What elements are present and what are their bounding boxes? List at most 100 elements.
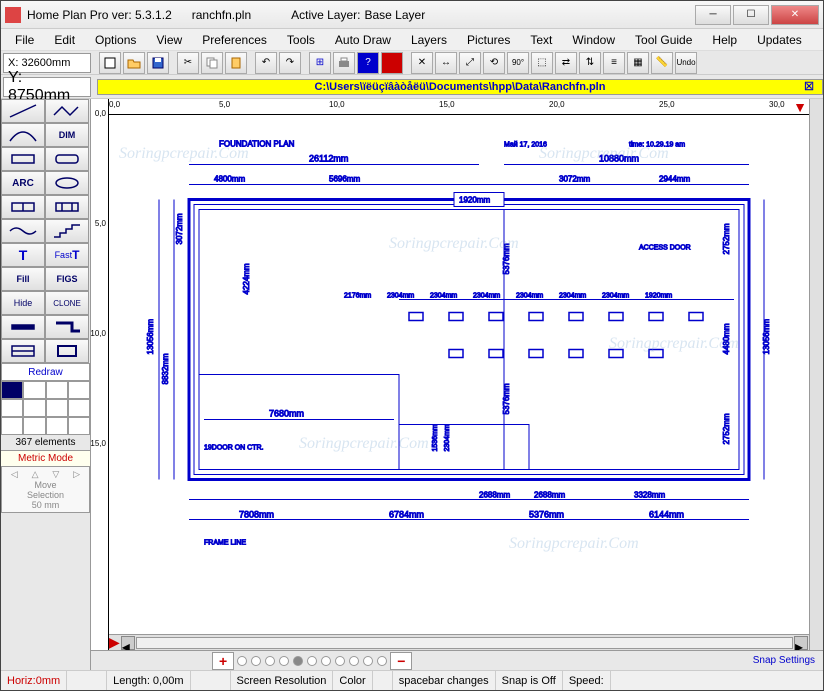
scroll-right-button[interactable]: ▸: [794, 636, 808, 650]
menu-view[interactable]: View: [146, 31, 192, 49]
delete-button[interactable]: ✕: [411, 52, 433, 74]
measure-button[interactable]: 📏: [651, 52, 673, 74]
move-left-icon[interactable]: ◁: [11, 469, 18, 480]
redraw-button[interactable]: Redraw: [1, 363, 90, 381]
maximize-button[interactable]: ☐: [733, 5, 769, 25]
menu-text[interactable]: Text: [520, 31, 562, 49]
metric-mode[interactable]: Metric Mode: [1, 450, 90, 466]
text-tool[interactable]: T: [1, 243, 45, 267]
zoom-in-button[interactable]: +: [212, 652, 234, 670]
move-right-icon[interactable]: ▷: [73, 469, 80, 480]
align-button[interactable]: ≡: [603, 52, 625, 74]
zoom-level-5[interactable]: [293, 656, 303, 666]
zoom-level-9[interactable]: [349, 656, 359, 666]
menu-updates[interactable]: Updates: [747, 31, 812, 49]
cut-button[interactable]: ✂: [177, 52, 199, 74]
color-white2[interactable]: [46, 381, 68, 399]
menu-edit[interactable]: Edit: [44, 31, 85, 49]
exit-button[interactable]: [381, 52, 403, 74]
menu-preferences[interactable]: Preferences: [192, 31, 277, 49]
menu-autodraw[interactable]: Auto Draw: [325, 31, 401, 49]
status-color[interactable]: Color: [333, 671, 372, 690]
rotate-button[interactable]: ⟲: [483, 52, 505, 74]
fill-tool[interactable]: Fill: [1, 267, 45, 291]
open-button[interactable]: [123, 52, 145, 74]
figs-tool[interactable]: FIGS: [45, 267, 89, 291]
copy-button[interactable]: [201, 52, 223, 74]
color-white6[interactable]: [46, 399, 68, 417]
undo-button[interactable]: ↶: [255, 52, 277, 74]
color-white10[interactable]: [46, 417, 68, 435]
box-tool[interactable]: [45, 339, 89, 363]
menu-window[interactable]: Window: [562, 31, 625, 49]
wave-tool[interactable]: [1, 219, 45, 243]
ellipse-tool[interactable]: [45, 171, 89, 195]
dim-tool[interactable]: DIM: [45, 123, 89, 147]
window-tool[interactable]: [45, 195, 89, 219]
zoom-out-button[interactable]: −: [390, 652, 412, 670]
move-up-icon[interactable]: △: [32, 469, 39, 480]
color-white4[interactable]: [1, 399, 23, 417]
roundrect-tool[interactable]: [45, 147, 89, 171]
group-button[interactable]: ▦: [627, 52, 649, 74]
menu-tools[interactable]: Tools: [277, 31, 325, 49]
paste-button[interactable]: [225, 52, 247, 74]
menu-pictures[interactable]: Pictures: [457, 31, 520, 49]
hide-tool[interactable]: Hide: [1, 291, 45, 315]
stairs-tool[interactable]: [45, 219, 89, 243]
door-tool[interactable]: [1, 195, 45, 219]
status-screen[interactable]: Screen Resolution: [231, 671, 334, 690]
menu-help[interactable]: Help: [702, 31, 747, 49]
color-white3[interactable]: [68, 381, 90, 399]
path-close-icon[interactable]: ☒: [804, 80, 814, 93]
polyline-tool[interactable]: [45, 99, 89, 123]
color-white11[interactable]: [68, 417, 90, 435]
close-button[interactable]: ✕: [771, 5, 819, 25]
redo-button[interactable]: ↷: [279, 52, 301, 74]
zoom-level-8[interactable]: [335, 656, 345, 666]
scroll-left-button[interactable]: ◂: [121, 636, 135, 650]
arc-tool[interactable]: ARC: [1, 171, 45, 195]
new-button[interactable]: [99, 52, 121, 74]
panel-tool[interactable]: [1, 339, 45, 363]
color-navy[interactable]: [1, 381, 23, 399]
fast-text-tool[interactable]: FastT: [45, 243, 89, 267]
clone-tool[interactable]: CLONE: [45, 291, 89, 315]
line-tool[interactable]: [1, 99, 45, 123]
rotate90-button[interactable]: 90°: [507, 52, 529, 74]
minimize-button[interactable]: ─: [695, 5, 731, 25]
wall-tool[interactable]: [1, 315, 45, 339]
undo2-button[interactable]: Undo: [675, 52, 697, 74]
menu-file[interactable]: File: [5, 31, 44, 49]
y-coord[interactable]: Y: 8750mm: [3, 77, 91, 97]
move-down-icon[interactable]: ▽: [52, 469, 59, 480]
zoom-level-6[interactable]: [307, 656, 317, 666]
help-button[interactable]: ?: [357, 52, 379, 74]
drawing-canvas[interactable]: Soringpcrepair.Com Soringpcrepair.Com So…: [109, 115, 809, 634]
pipe-tool[interactable]: [45, 315, 89, 339]
rect-tool[interactable]: [1, 147, 45, 171]
zoom-level-4[interactable]: [279, 656, 289, 666]
save-button[interactable]: [147, 52, 169, 74]
color-white8[interactable]: [1, 417, 23, 435]
color-white[interactable]: [23, 381, 45, 399]
select-button[interactable]: ⬚: [531, 52, 553, 74]
color-white9[interactable]: [23, 417, 45, 435]
zoom-button[interactable]: ⊞: [309, 52, 331, 74]
vertical-scrollbar[interactable]: [809, 99, 823, 650]
zoom-level-2[interactable]: [251, 656, 261, 666]
status-snap[interactable]: Snap is Off: [496, 671, 563, 690]
menu-layers[interactable]: Layers: [401, 31, 457, 49]
zoom-level-7[interactable]: [321, 656, 331, 666]
snap-settings-link[interactable]: Snap Settings: [753, 655, 815, 666]
mirror-h-button[interactable]: ⇄: [555, 52, 577, 74]
zoom-level-11[interactable]: [377, 656, 387, 666]
zoom-level-1[interactable]: [237, 656, 247, 666]
zoom-level-10[interactable]: [363, 656, 373, 666]
color-palette[interactable]: [1, 381, 90, 435]
color-white7[interactable]: [68, 399, 90, 417]
curve-tool[interactable]: [1, 123, 45, 147]
scale-button[interactable]: ⤢: [459, 52, 481, 74]
color-white5[interactable]: [23, 399, 45, 417]
print-button[interactable]: [333, 52, 355, 74]
